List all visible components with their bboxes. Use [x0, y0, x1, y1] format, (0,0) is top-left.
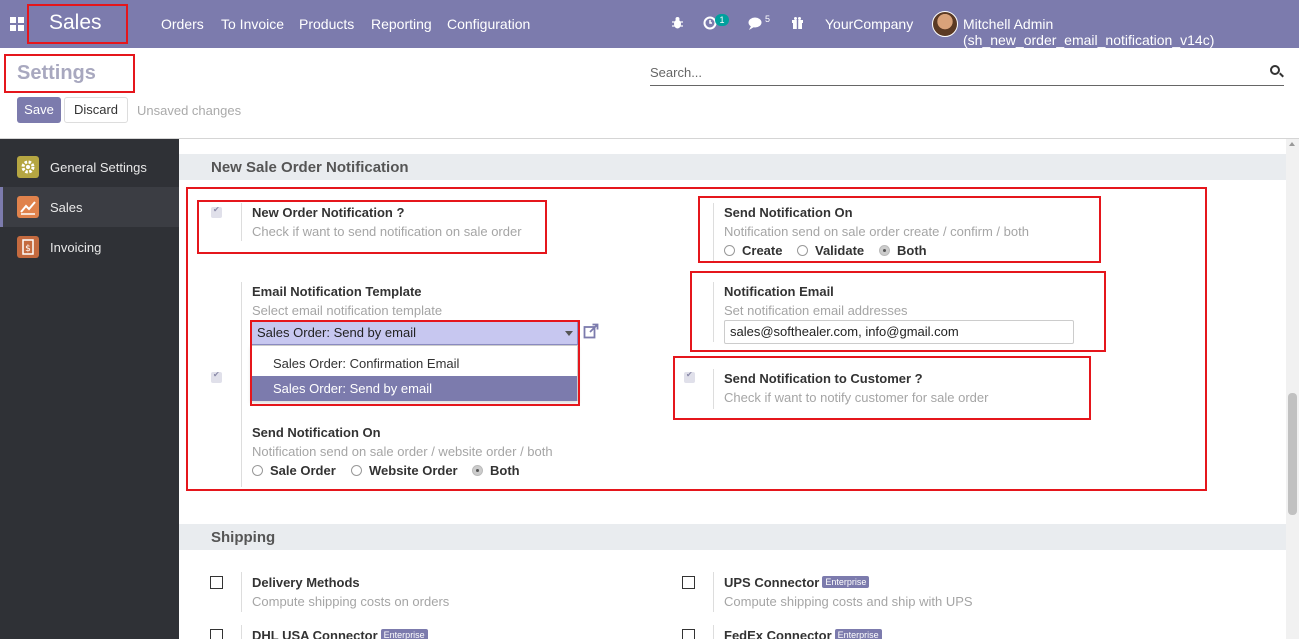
external-link-icon[interactable]	[583, 323, 599, 339]
app-name[interactable]: Sales	[49, 11, 102, 35]
discard-button[interactable]: Discard	[64, 97, 128, 123]
ups-label: UPS Connector Enterprise	[724, 575, 870, 590]
highlight-box	[250, 320, 580, 406]
sidebar-item-invoicing[interactable]: $ Invoicing	[0, 227, 179, 267]
customer-hint: Check if want to notify customer for sal…	[724, 390, 989, 405]
activity-count-badge: 1	[715, 14, 729, 26]
divider	[713, 625, 714, 639]
fedex-label: FedEx Connector Enterprise	[724, 628, 882, 639]
sidebar-item-label: General Settings	[50, 160, 147, 175]
radio-validate-label[interactable]: Validate	[815, 243, 864, 258]
radio-create-label[interactable]: Create	[742, 243, 782, 258]
section-title: New Sale Order Notification	[211, 159, 409, 176]
new-order-label: New Order Notification ?	[252, 205, 405, 220]
settings-content: New Sale Order Notification New Order No…	[179, 139, 1286, 639]
radio-create[interactable]	[724, 245, 735, 256]
send-on-customer-label: Send Notification On	[252, 425, 381, 440]
gear-icon	[17, 156, 39, 178]
scrollbar-thumb[interactable]	[1288, 393, 1297, 515]
chat-icon[interactable]	[748, 17, 764, 30]
settings-sidebar: General Settings Sales $ Invoicing	[0, 139, 179, 639]
divider	[713, 572, 714, 612]
radio-website-order-label[interactable]: Website Order	[369, 463, 458, 478]
delivery-label: Delivery Methods	[252, 575, 360, 590]
section-header: New Sale Order Notification	[179, 154, 1286, 180]
divider	[713, 282, 714, 342]
unsaved-status: Unsaved changes	[137, 103, 242, 118]
radio-sale-order[interactable]	[252, 465, 263, 476]
email-label: Notification Email	[724, 284, 834, 299]
enterprise-badge: Enterprise	[834, 629, 882, 639]
radio-both-customer[interactable]	[472, 465, 483, 476]
new-order-hint: Check if want to send notification on sa…	[252, 224, 522, 239]
sidebar-item-general-settings[interactable]: General Settings	[0, 147, 179, 187]
divider	[241, 203, 242, 241]
save-button[interactable]: Save	[17, 97, 61, 123]
menu-orders[interactable]: Orders	[161, 16, 204, 32]
divider	[241, 282, 242, 487]
company-switcher[interactable]: YourCompany	[825, 16, 913, 32]
gift-icon[interactable]	[791, 16, 804, 29]
customer-label: Send Notification to Customer ?	[724, 371, 923, 386]
message-count-badge: 5	[765, 14, 771, 24]
user-avatar[interactable]	[932, 11, 958, 37]
template-label: Email Notification Template	[252, 284, 422, 299]
radio-both-customer-label[interactable]: Both	[490, 463, 520, 478]
new-order-checkbox[interactable]	[211, 205, 222, 218]
user-menu[interactable]: Mitchell Admin (sh_new_order_email_notif…	[963, 16, 1299, 48]
enterprise-badge: Enterprise	[380, 629, 428, 639]
svg-text:$: $	[25, 244, 31, 254]
menu-products[interactable]: Products	[299, 16, 354, 32]
divider	[713, 203, 714, 261]
ups-checkbox[interactable]	[682, 576, 695, 589]
scrollbar[interactable]	[1286, 139, 1299, 639]
highlight-box	[673, 356, 1091, 420]
dhl-label: DHL USA Connector Enterprise	[252, 628, 428, 639]
page-title: Settings	[17, 62, 96, 84]
bug-icon[interactable]	[671, 16, 684, 30]
template-checkbox[interactable]	[211, 370, 222, 383]
menu-to-invoice[interactable]: To Invoice	[221, 16, 284, 32]
menu-configuration[interactable]: Configuration	[447, 16, 530, 32]
send-on-admin-hint: Notification send on sale order create /…	[724, 224, 1029, 239]
search-bar[interactable]: Search...	[650, 62, 1284, 86]
fedex-label-text: FedEx Connector	[724, 628, 832, 639]
email-hint: Set notification email addresses	[724, 303, 908, 318]
radio-sale-order-label[interactable]: Sale Order	[270, 463, 336, 478]
invoice-icon: $	[17, 236, 39, 258]
scroll-up-icon[interactable]	[1289, 142, 1295, 146]
chart-icon	[17, 196, 39, 218]
send-on-admin-label: Send Notification On	[724, 205, 853, 220]
email-field[interactable]: sales@softhealer.com, info@gmail.com	[724, 320, 1074, 344]
section-header: Shipping	[179, 524, 1286, 550]
sidebar-item-label: Sales	[50, 200, 83, 215]
search-icon[interactable]	[1270, 65, 1280, 75]
search-input[interactable]: Search...	[650, 65, 702, 80]
radio-website-order[interactable]	[351, 465, 362, 476]
section-title: Shipping	[211, 529, 276, 546]
template-hint: Select email notification template	[252, 303, 443, 318]
divider	[713, 369, 714, 409]
fedex-checkbox[interactable]	[682, 629, 695, 639]
ups-label-text: UPS Connector	[724, 575, 820, 590]
delivery-checkbox[interactable]	[210, 576, 223, 589]
radio-both-label[interactable]: Both	[897, 243, 927, 258]
sidebar-item-label: Invoicing	[50, 240, 102, 255]
delivery-hint: Compute shipping costs on orders	[252, 594, 450, 609]
sidebar-item-sales[interactable]: Sales	[0, 187, 179, 227]
divider	[241, 572, 242, 612]
ups-hint: Compute shipping costs and ship with UPS	[724, 594, 973, 609]
dhl-checkbox[interactable]	[210, 629, 223, 639]
customer-checkbox[interactable]	[684, 370, 695, 383]
send-on-customer-hint: Notification send on sale order / websit…	[252, 444, 553, 459]
apps-icon[interactable]	[10, 17, 24, 31]
menu-reporting[interactable]: Reporting	[371, 16, 432, 32]
radio-both[interactable]	[879, 245, 890, 256]
radio-validate[interactable]	[797, 245, 808, 256]
dhl-label-text: DHL USA Connector	[252, 628, 378, 639]
enterprise-badge: Enterprise	[822, 576, 870, 588]
top-navbar: Sales Orders To Invoice Products Reporti…	[0, 0, 1299, 48]
divider	[241, 625, 242, 639]
